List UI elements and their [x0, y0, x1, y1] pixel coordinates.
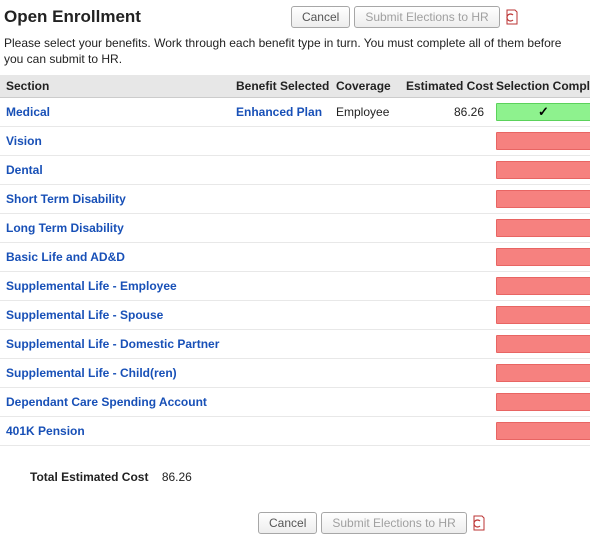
benefits-table: Section Benefit Selected Coverage Estima…	[0, 75, 590, 446]
cancel-button[interactable]: Cancel	[291, 6, 350, 28]
cost-cell	[400, 417, 490, 446]
coverage-cell	[330, 417, 400, 446]
section-link[interactable]: Short Term Disability	[6, 192, 126, 206]
cost-cell	[400, 185, 490, 214]
col-header-complete: Selection Completed	[490, 75, 590, 98]
cost-cell	[400, 214, 490, 243]
cost-cell	[400, 243, 490, 272]
table-row: Medical Enhanced Plan Employee86.26 ✓	[0, 98, 590, 127]
total-cost-label: Total Estimated Cost	[30, 470, 158, 484]
instructions-text: Please select your benefits. Work throug…	[0, 32, 590, 75]
section-link[interactable]: Supplemental Life - Domestic Partner	[6, 337, 219, 351]
status-incomplete-icon	[496, 306, 590, 324]
cost-cell: 86.26	[400, 98, 490, 127]
status-incomplete-icon	[496, 190, 590, 208]
section-link[interactable]: Supplemental Life - Spouse	[6, 308, 163, 322]
status-incomplete-icon	[496, 248, 590, 266]
status-incomplete-icon	[496, 335, 590, 353]
status-incomplete-icon	[496, 364, 590, 382]
pdf-icon[interactable]	[504, 9, 520, 25]
table-row: Short Term Disability	[0, 185, 590, 214]
col-header-benefit: Benefit Selected	[230, 75, 330, 98]
col-header-cost: Estimated Cost	[400, 75, 490, 98]
submit-button[interactable]: Submit Elections to HR	[354, 6, 499, 28]
col-header-coverage: Coverage	[330, 75, 400, 98]
coverage-cell	[330, 301, 400, 330]
section-link[interactable]: Vision	[6, 134, 42, 148]
submit-button-footer[interactable]: Submit Elections to HR	[321, 512, 466, 534]
coverage-cell	[330, 359, 400, 388]
cancel-button-footer[interactable]: Cancel	[258, 512, 317, 534]
section-link[interactable]: Supplemental Life - Child(ren)	[6, 366, 177, 380]
table-row: Vision	[0, 127, 590, 156]
total-cost-value: 86.26	[162, 470, 192, 484]
coverage-cell	[330, 388, 400, 417]
status-incomplete-icon	[496, 161, 590, 179]
status-incomplete-icon	[496, 393, 590, 411]
section-link[interactable]: Medical	[6, 105, 50, 119]
coverage-cell: Employee	[330, 98, 400, 127]
checkmark-icon: ✓	[538, 104, 549, 119]
cost-cell	[400, 359, 490, 388]
coverage-cell	[330, 185, 400, 214]
coverage-cell	[330, 214, 400, 243]
coverage-cell	[330, 272, 400, 301]
cost-cell	[400, 388, 490, 417]
section-link[interactable]: Dental	[6, 163, 43, 177]
cost-cell	[400, 156, 490, 185]
status-incomplete-icon	[496, 277, 590, 295]
section-link[interactable]: Basic Life and AD&D	[6, 250, 125, 264]
status-incomplete-icon	[496, 132, 590, 150]
table-row: Supplemental Life - Domestic Partner	[0, 330, 590, 359]
status-incomplete-icon	[496, 422, 590, 440]
table-row: Long Term Disability	[0, 214, 590, 243]
cost-cell	[400, 127, 490, 156]
table-row: Dental	[0, 156, 590, 185]
coverage-cell	[330, 243, 400, 272]
section-link[interactable]: Long Term Disability	[6, 221, 124, 235]
status-complete-icon: ✓	[496, 103, 590, 121]
table-row: Basic Life and AD&D	[0, 243, 590, 272]
cost-cell	[400, 272, 490, 301]
coverage-cell	[330, 156, 400, 185]
page-title: Open Enrollment	[4, 7, 171, 27]
coverage-cell	[330, 127, 400, 156]
table-row: Supplemental Life - Child(ren)	[0, 359, 590, 388]
cost-cell	[400, 301, 490, 330]
status-incomplete-icon	[496, 219, 590, 237]
pdf-icon-footer[interactable]	[471, 515, 487, 531]
table-row: Supplemental Life - Employee	[0, 272, 590, 301]
table-row: Supplemental Life - Spouse	[0, 301, 590, 330]
benefit-link[interactable]: Enhanced Plan	[236, 105, 322, 119]
section-link[interactable]: 401K Pension	[6, 424, 85, 438]
coverage-cell	[330, 330, 400, 359]
col-header-section: Section	[0, 75, 230, 98]
table-row: 401K Pension	[0, 417, 590, 446]
section-link[interactable]: Supplemental Life - Employee	[6, 279, 177, 293]
cost-cell	[400, 330, 490, 359]
section-link[interactable]: Dependant Care Spending Account	[6, 395, 207, 409]
table-row: Dependant Care Spending Account	[0, 388, 590, 417]
